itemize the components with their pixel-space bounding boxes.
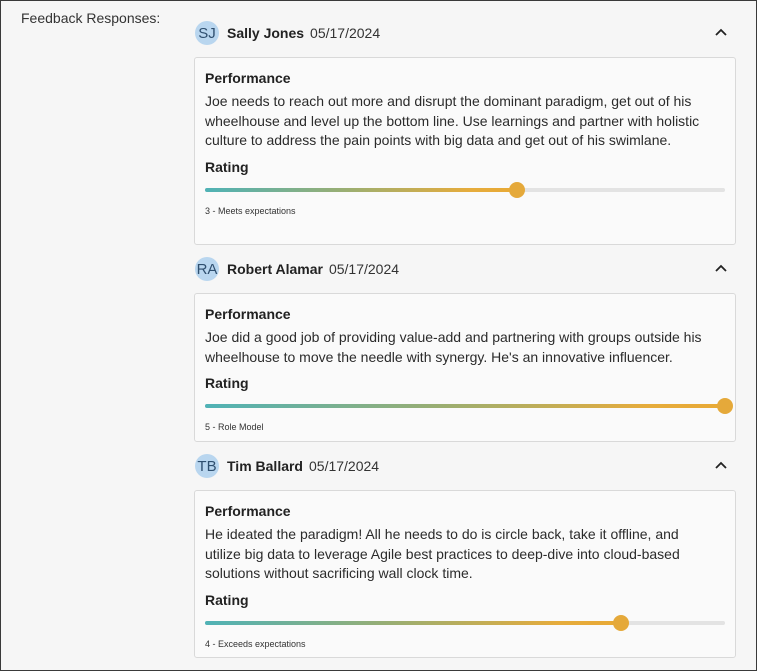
section-label: Feedback Responses: bbox=[21, 10, 161, 26]
rating-label: Rating bbox=[205, 591, 249, 608]
reviewer-name: Tim Ballard bbox=[227, 458, 303, 474]
rating-slider[interactable] bbox=[205, 614, 725, 631]
response-date: 05/17/2024 bbox=[310, 25, 381, 41]
response-header: SJ Sally Jones 05/17/2024 bbox=[194, 19, 736, 47]
rating-caption: 4 - Exceeds expectations bbox=[205, 638, 306, 649]
response-date: 05/17/2024 bbox=[328, 261, 400, 277]
avatar: TB bbox=[195, 454, 219, 478]
response-header: RA Robert Alamar 05/17/2024 bbox=[194, 255, 736, 283]
feedback-comment: Joe did a good job of providing value-ad… bbox=[205, 329, 702, 365]
response-item: RA Robert Alamar 05/17/2024 Performance … bbox=[194, 255, 736, 442]
rating-slider[interactable] bbox=[205, 398, 733, 414]
response-card: Performance He ideated the paradigm! All… bbox=[194, 490, 736, 658]
avatar: SJ bbox=[195, 21, 219, 45]
responses-list: SJ Sally Jones 05/17/2024 Performance Jo… bbox=[194, 19, 736, 658]
response-item: TB Tim Ballard 05/17/2024 Performance He… bbox=[194, 452, 736, 658]
rating-slider-fill bbox=[205, 620, 621, 625]
rating-caption: 5 - Role Model bbox=[205, 422, 264, 432]
chevron-up-icon bbox=[715, 264, 727, 272]
rating-slider-thumb[interactable] bbox=[717, 398, 733, 414]
collapse-button[interactable] bbox=[710, 257, 732, 279]
rating-slider-fill bbox=[205, 187, 517, 192]
reviewer-name: Sally Jones bbox=[227, 25, 305, 41]
feedback-category: Performance bbox=[205, 70, 291, 86]
feedback-category: Performance bbox=[205, 503, 291, 519]
rating-label: Rating bbox=[205, 375, 249, 391]
response-date: 05/17/2024 bbox=[309, 458, 380, 474]
response-header: TB Tim Ballard 05/17/2024 bbox=[194, 452, 736, 480]
feedback-comment: He ideated the paradigm! All he needs to… bbox=[205, 526, 680, 581]
collapse-button[interactable] bbox=[710, 21, 732, 43]
reviewer-name: Robert Alamar bbox=[227, 261, 323, 277]
response-card: Performance Joe did a good job of provid… bbox=[194, 293, 736, 442]
response-item: SJ Sally Jones 05/17/2024 Performance Jo… bbox=[194, 19, 736, 245]
chevron-up-icon bbox=[715, 28, 727, 36]
feedback-comment: Joe needs to reach out more and disrupt … bbox=[205, 93, 700, 148]
rating-slider-thumb[interactable] bbox=[509, 181, 525, 198]
avatar: RA bbox=[195, 257, 219, 281]
chevron-up-icon bbox=[715, 461, 727, 469]
feedback-category: Performance bbox=[205, 306, 291, 322]
response-card: Performance Joe needs to reach out more … bbox=[194, 57, 736, 245]
rating-slider-thumb[interactable] bbox=[613, 614, 629, 631]
rating-caption: 3 - Meets expectations bbox=[205, 205, 296, 216]
rating-slider[interactable] bbox=[205, 181, 725, 198]
collapse-button[interactable] bbox=[710, 454, 732, 476]
feedback-panel: Feedback Responses: SJ Sally Jones 05/17… bbox=[0, 0, 757, 671]
rating-label: Rating bbox=[205, 158, 249, 175]
rating-slider-fill bbox=[205, 404, 725, 408]
